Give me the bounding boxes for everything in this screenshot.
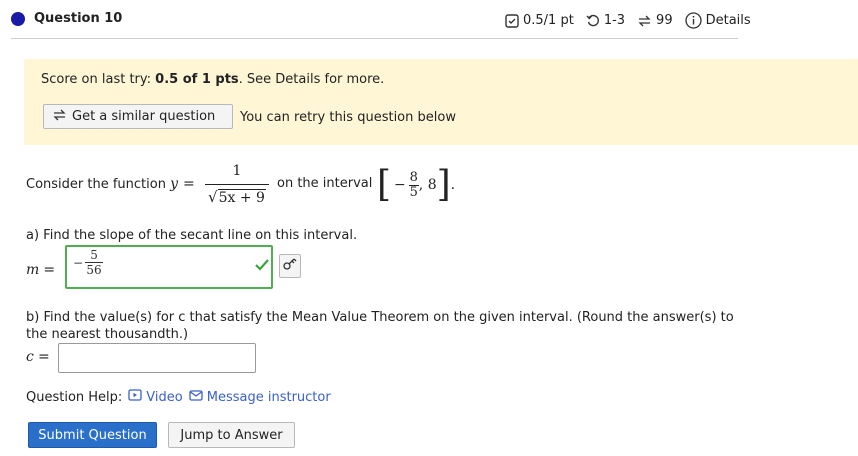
help-label: Question Help: (26, 389, 123, 405)
key-icon (283, 258, 297, 274)
mail-icon (189, 389, 203, 405)
details-label: Details (705, 13, 751, 28)
checkbox-icon (505, 13, 519, 28)
attempts-text: 1-3 (603, 13, 626, 28)
info-icon (684, 12, 702, 29)
score-text: Score on last try: 0.5 of 1 pts. See Det… (41, 72, 385, 87)
score-value: 0.5 of 1 pts (155, 72, 239, 87)
function-numerator: 1 (232, 163, 242, 179)
question-meta: 0.5/1 pt 1-3 99 Details (505, 12, 751, 29)
retry-text: You can retry this question below (240, 110, 456, 125)
retry-icon (586, 14, 600, 28)
jump-to-answer-button[interactable]: Jump to Answer (168, 422, 295, 448)
answer-numerator: 5 (90, 248, 98, 262)
function-denominator: √5x + 9 (208, 188, 266, 206)
retries-text: 99 (656, 13, 673, 28)
header-divider (11, 38, 738, 39)
details-link[interactable]: Details (684, 12, 751, 29)
correct-check-icon (254, 258, 270, 276)
points-text: 0.5/1 pt (523, 13, 574, 28)
part-a-answer-value: − 5 56 (73, 248, 104, 277)
c-input[interactable] (58, 343, 256, 373)
answer-denominator: 56 (86, 263, 102, 277)
question-help: Question Help: Video Message instructor (26, 389, 331, 405)
y-variable: y (170, 176, 179, 192)
question-intro: Consider the function y = (26, 176, 195, 192)
view-key-button[interactable] (279, 254, 301, 278)
swap-icon (637, 14, 652, 28)
similar-question-label: Get a similar question (72, 109, 216, 124)
fraction-bar (205, 184, 269, 185)
video-icon (128, 389, 142, 405)
swap-icon (52, 108, 67, 126)
interval-expression: [ − 8 5 , 8 ] . (377, 164, 456, 205)
interval-left-numerator: 8 (409, 169, 418, 185)
video-link[interactable]: Video (128, 389, 183, 405)
similar-question-button[interactable]: Get a similar question (43, 104, 233, 129)
c-label: c = (26, 349, 50, 365)
question-status-dot (11, 12, 25, 26)
part-b-prompt: b) Find the value(s) for c that satisfy … (26, 310, 734, 342)
part-a-prompt: a) Find the slope of the secant line on … (26, 228, 358, 243)
question-title: Question 10 (34, 11, 123, 26)
interval-right: 8 (427, 177, 437, 193)
interval-left-denominator: 5 (409, 184, 418, 200)
on-interval-text: on the interval (277, 176, 373, 191)
submit-question-button[interactable]: Submit Question (28, 422, 157, 448)
message-instructor-link[interactable]: Message instructor (189, 390, 331, 405)
m-label: m = (26, 262, 56, 278)
